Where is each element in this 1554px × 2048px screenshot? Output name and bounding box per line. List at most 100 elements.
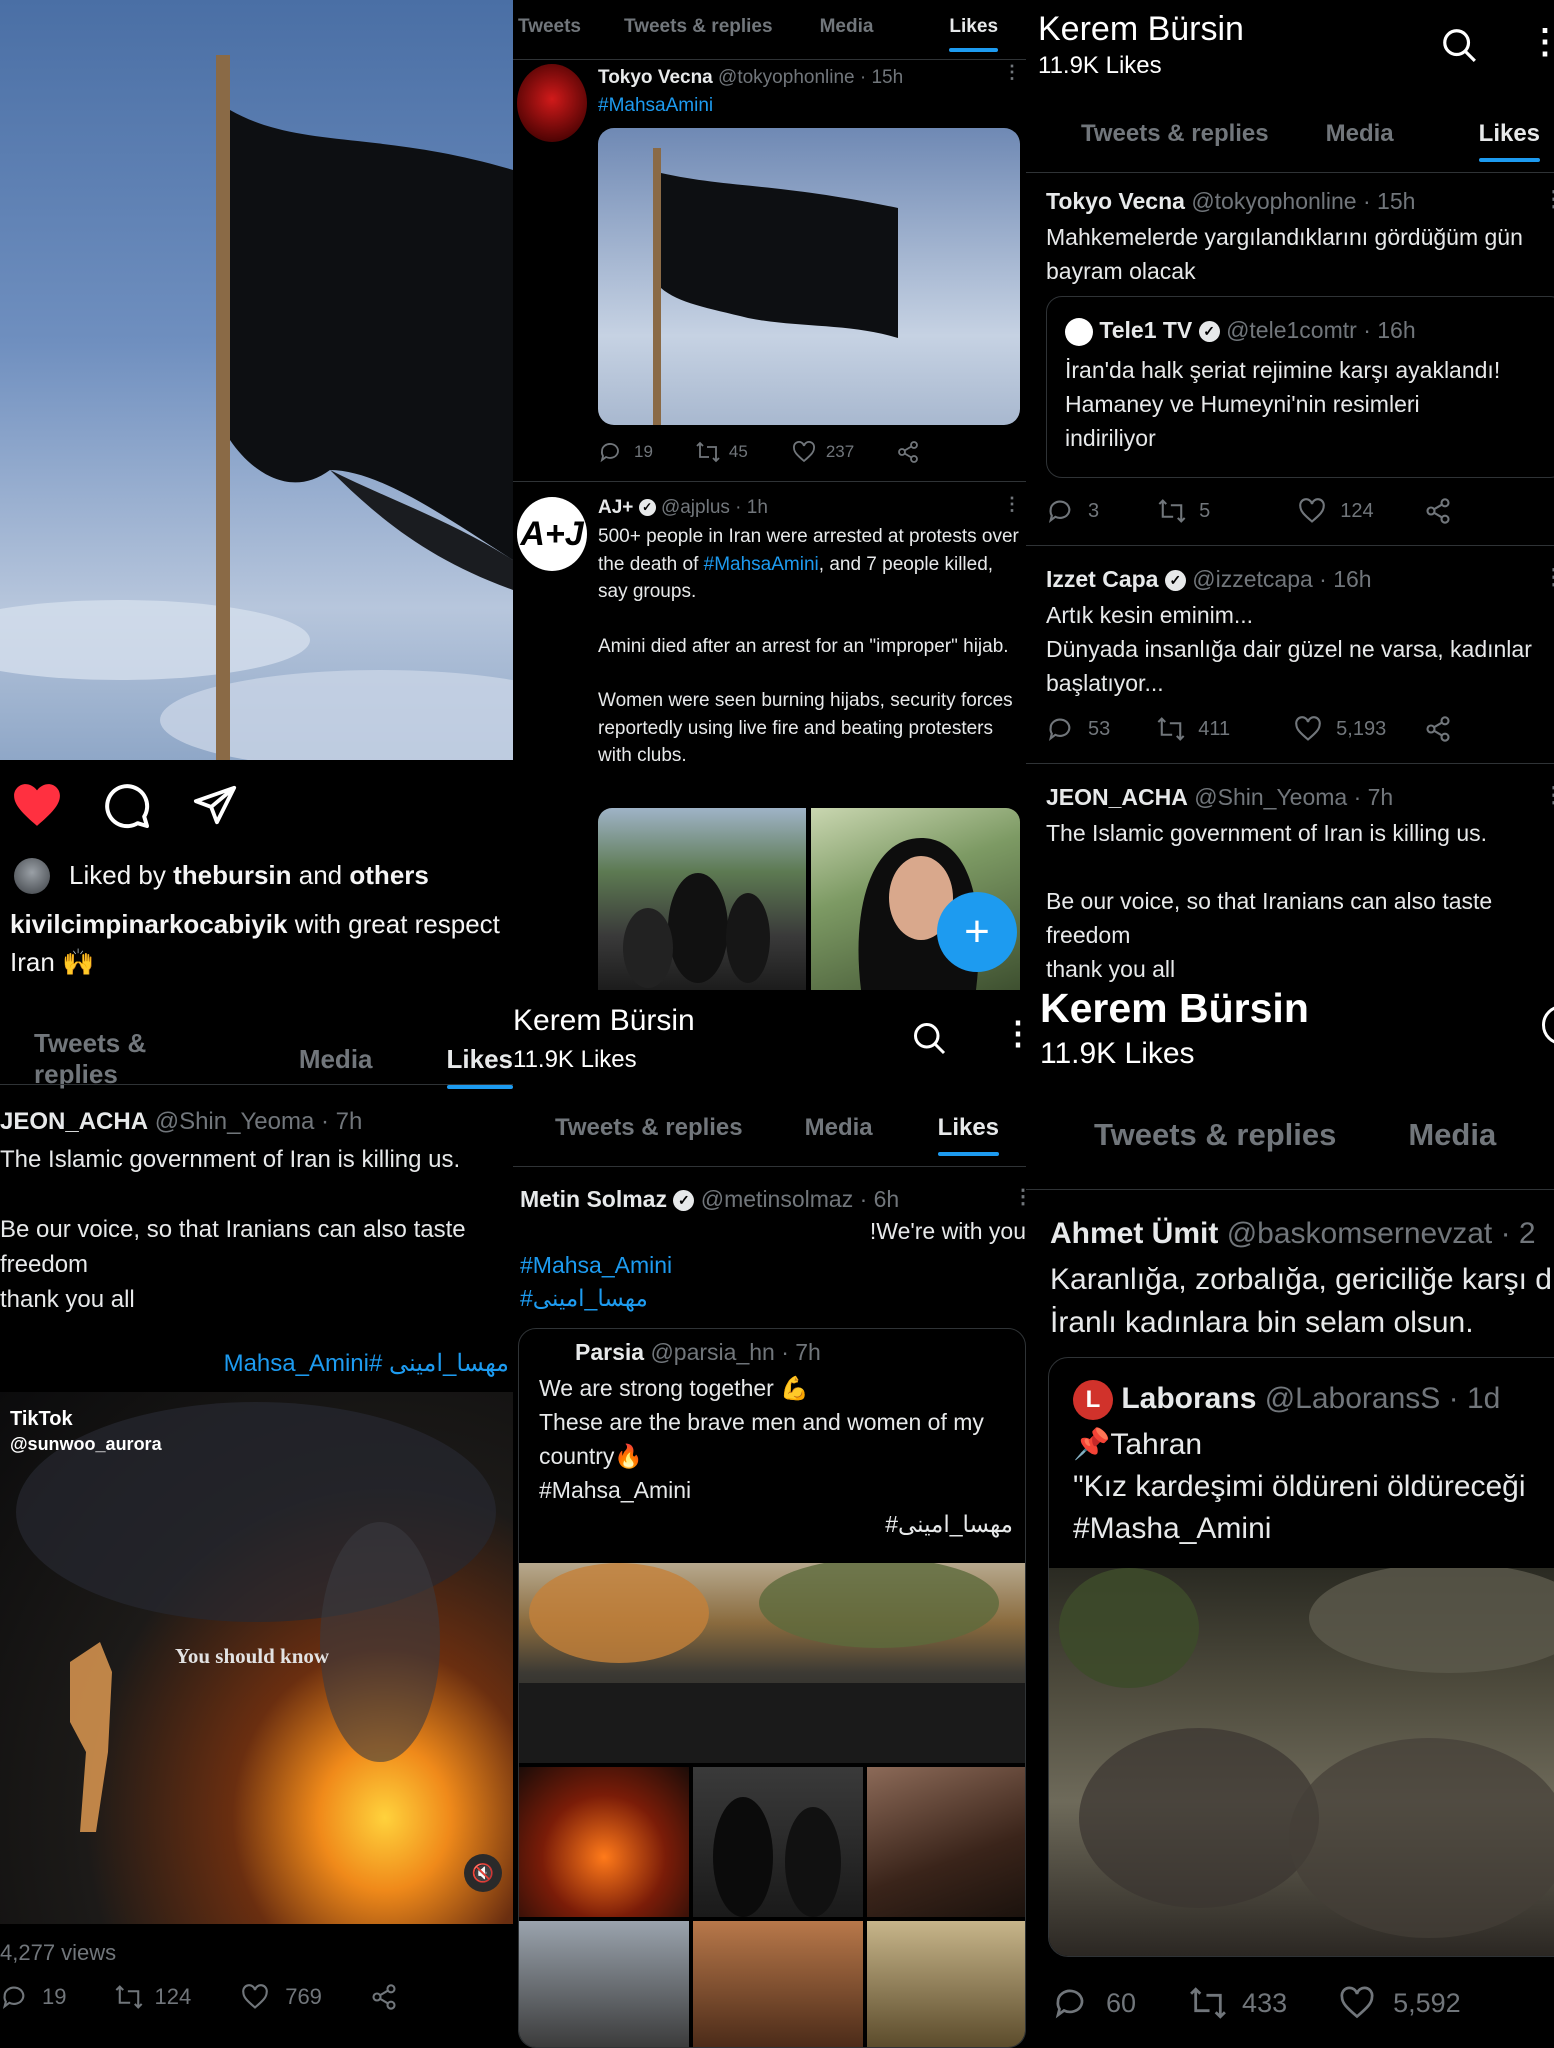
tweet-handle[interactable]: @baskomsernevzat	[1227, 1217, 1493, 1250]
tweet-author-name[interactable]: Metin Solmaz	[520, 1186, 667, 1212]
tweet-time[interactable]: · 7h	[321, 1108, 362, 1135]
tweet-hashtag[interactable]: Mahsa_Amini# مهسا_امینی	[224, 1349, 509, 1378]
more-options-icon[interactable]: ⋮	[1528, 22, 1554, 62]
tweet-handle[interactable]: @metinsolmaz	[701, 1186, 853, 1212]
ajplus-avatar[interactable]: A+J	[517, 497, 587, 571]
black-flag-photo[interactable]	[0, 0, 513, 760]
tab-tweets[interactable]: Tweets	[518, 16, 581, 38]
tab-media[interactable]: Media	[1408, 1117, 1496, 1153]
tab-tweets-replies[interactable]: Tweets & replies	[34, 1028, 225, 1090]
tab-tweets-replies[interactable]: Tweets & replies	[1094, 1117, 1336, 1153]
quote-photo-protester[interactable]	[693, 1921, 863, 2047]
tweet2-photo-protest[interactable]	[598, 808, 806, 990]
tweet-time[interactable]: · 15h	[1363, 188, 1415, 214]
tab-likes[interactable]: Likes	[937, 1114, 1000, 1156]
tweet-handle[interactable]: @tokyophonline	[718, 67, 855, 88]
tweet-more-icon[interactable]: ⋮	[1003, 494, 1021, 515]
quote-handle[interactable]: @tele1comtr	[1226, 317, 1357, 343]
quote-time[interactable]: · 16h	[1363, 317, 1415, 343]
quote-photo-people[interactable]	[693, 1767, 863, 1917]
reply-button[interactable]: 19	[598, 440, 653, 464]
tweet-more-icon[interactable]: ⋮	[1543, 564, 1554, 590]
compose-fab-button[interactable]: +	[937, 892, 1017, 972]
tweet2-hashtag[interactable]: #MahsaAmini	[704, 554, 819, 575]
share-button[interactable]	[1424, 497, 1452, 525]
like-button[interactable]: 124	[1298, 498, 1374, 524]
search-icon[interactable]	[911, 1020, 947, 1056]
tweet-hashtag[interactable]: #MahsaAmini	[598, 95, 713, 117]
like-button[interactable]: 769	[241, 1984, 322, 2010]
reply-button[interactable]: 3	[1046, 497, 1099, 525]
retweet-button[interactable]: 5	[1157, 498, 1210, 524]
tab-tweets-replies[interactable]: Tweets & replies	[1081, 120, 1269, 148]
quote-photo-crowd[interactable]	[519, 1563, 1025, 1763]
tweet-author-name[interactable]: Izzet Capa	[1046, 566, 1158, 592]
quote-video-crowd[interactable]	[1049, 1568, 1554, 1956]
tweet1-quote-card[interactable]: Tele1 TV ✓ @tele1comtr · 16h İran'da hal…	[1046, 296, 1554, 478]
tweet-time[interactable]: · 1h	[735, 497, 768, 518]
quote-author-name[interactable]: Laborans	[1121, 1382, 1256, 1415]
like-button[interactable]: 237	[792, 441, 854, 463]
quote-handle[interactable]: @LaboransS	[1265, 1382, 1441, 1415]
liked-by-others[interactable]: others	[349, 860, 428, 890]
tweet-author-name[interactable]: JEON_ACHA	[0, 1108, 148, 1135]
tab-tweets-replies[interactable]: Tweets & replies	[624, 16, 773, 38]
tab-likes[interactable]: Likes	[949, 16, 998, 52]
mute-icon[interactable]: 🔇	[464, 1854, 502, 1892]
tweet-author-name[interactable]: JEON_ACHA	[1046, 784, 1188, 810]
retweet-button[interactable]: 45	[695, 441, 748, 463]
caption-username[interactable]: kivilcimpinarkocabiyik	[10, 909, 287, 939]
like-heart-icon[interactable]	[12, 782, 62, 828]
tab-media[interactable]: Media	[805, 1114, 873, 1142]
tab-media[interactable]: Media	[1326, 120, 1394, 148]
like-button[interactable]: 5,193	[1294, 716, 1386, 742]
like-button[interactable]: 5,592	[1339, 1986, 1461, 2020]
tweet-handle[interactable]: @tokyophonline	[1191, 188, 1356, 214]
quote-handle[interactable]: @parsia_hn	[650, 1339, 774, 1365]
tweet-handle[interactable]: @Shin_Yeoma	[155, 1108, 315, 1135]
liker-avatar[interactable]	[14, 858, 50, 894]
tweet-time[interactable]: · 16h	[1319, 566, 1371, 592]
search-icon[interactable]	[1542, 1005, 1554, 1045]
tokyo-vecna-avatar[interactable]	[517, 64, 587, 142]
tweet-hashtag-2[interactable]: #مهسا_امینی	[520, 1285, 648, 1312]
search-icon[interactable]	[1440, 26, 1478, 64]
tweet-handle[interactable]: @Shin_Yeoma	[1194, 784, 1347, 810]
tweet-time[interactable]: · 6h	[860, 1186, 900, 1212]
tweet-author-name[interactable]: Tokyo Vecna	[598, 67, 713, 88]
quote-time[interactable]: · 7h	[781, 1339, 821, 1365]
quote-photo-fire[interactable]	[519, 1767, 689, 1917]
tweet1-flag-image[interactable]	[598, 128, 1020, 425]
tweet-author-name[interactable]: AJ+	[598, 497, 633, 518]
comment-icon[interactable]	[103, 782, 151, 830]
quote-photo-street[interactable]	[519, 1921, 689, 2047]
tab-media[interactable]: Media	[820, 16, 874, 38]
share-button[interactable]	[370, 1983, 398, 2011]
tiktok-video[interactable]: TikTok @sunwoo_aurora You should know 🔇	[0, 1392, 513, 1924]
retweet-button[interactable]: 124	[114, 1984, 191, 2010]
liked-by-user[interactable]: thebursin	[173, 860, 291, 890]
tab-tweets-replies[interactable]: Tweets & replies	[555, 1114, 743, 1142]
reply-button[interactable]: 60	[1052, 1985, 1136, 2021]
tweet-more-icon[interactable]: ⋮	[1543, 186, 1554, 212]
retweet-button[interactable]: 411	[1156, 716, 1230, 742]
tweet-time[interactable]: · 15h	[860, 67, 903, 88]
tweet-time[interactable]: · 2	[1501, 1217, 1536, 1250]
tweet-more-icon[interactable]: ⋮	[1543, 782, 1554, 808]
quote-photo-trees[interactable]	[867, 1921, 1025, 2047]
reply-button[interactable]: 53	[1046, 715, 1110, 743]
tweet-handle[interactable]: @izzetcapa	[1192, 566, 1313, 592]
tab-likes[interactable]: Likes	[446, 1044, 513, 1089]
quote-author-name[interactable]: Parsia	[575, 1339, 644, 1365]
share-send-icon[interactable]	[192, 782, 238, 828]
reply-button[interactable]: 19	[0, 1983, 66, 2011]
tab-media[interactable]: Media	[299, 1044, 373, 1075]
tab-likes[interactable]: Likes	[1478, 120, 1541, 162]
quote-tweet-card[interactable]: L Laborans @LaboransS · 1d 📌Tahran "Kız …	[1048, 1357, 1554, 1957]
share-button[interactable]	[896, 440, 920, 464]
retweet-button[interactable]: 433	[1188, 1986, 1287, 2020]
tweet-author-name[interactable]: Tokyo Vecna	[1046, 188, 1185, 214]
tweet-more-icon[interactable]: ⋮	[1013, 1184, 1026, 1209]
quote-author-name[interactable]: Tele1 TV	[1099, 317, 1192, 343]
quote-photo-hair[interactable]	[867, 1767, 1025, 1917]
